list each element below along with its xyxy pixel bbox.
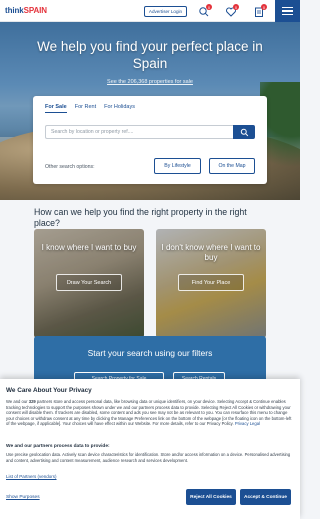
help-section-title: How can we help you find the right prope…: [34, 207, 247, 228]
thinkspain-logo[interactable]: thinkSPAIN: [5, 6, 47, 15]
favourites-badge: 0: [233, 4, 239, 10]
saved-searches-icon[interactable]: 0: [253, 4, 267, 17]
accept-continue-button[interactable]: Accept & Continue: [240, 489, 291, 505]
privacy-policy-link[interactable]: Privacy Legal: [235, 421, 260, 426]
cookie-description: We and our 329 partners store and access…: [6, 399, 295, 427]
tab-for-holidays[interactable]: For Holidays: [104, 104, 135, 113]
advertiser-login-button[interactable]: Advertiser Login: [144, 6, 187, 17]
logo-spain-text: SPAIN: [23, 6, 47, 15]
search-icon: [240, 128, 248, 136]
filters-title: Start your search using our filters: [87, 348, 213, 358]
cookie-subheading: We and our partners process data to prov…: [6, 444, 110, 449]
cookie-text-part1: We and our: [6, 399, 29, 404]
other-search-options-label: Other search options:: [45, 164, 95, 170]
location-search-input[interactable]: Search by location or property ref....: [45, 125, 233, 139]
search-tabs: For Sale For Rent For Holidays: [45, 104, 135, 113]
saved-searches-badge: 0: [261, 4, 267, 10]
hero-title: We help you find your perfect place in S…: [37, 39, 263, 71]
cookie-consent-banner: We Care About Your Privacy We and our 32…: [0, 379, 300, 519]
cookie-title: We Care About Your Privacy: [6, 387, 92, 394]
partners-count: 329: [28, 399, 36, 404]
draw-search-card[interactable]: I know where I want to buy Draw Your Sea…: [34, 229, 144, 338]
find-your-place-button[interactable]: Find Your Place: [178, 274, 244, 291]
reject-all-cookies-button[interactable]: Reject All Cookies: [186, 489, 236, 505]
search-button[interactable]: [233, 125, 255, 139]
cookie-purposes-text: Use precise geolocation data. Actively s…: [6, 452, 291, 463]
hamburger-menu-icon[interactable]: [275, 0, 300, 22]
draw-your-search-button[interactable]: Draw Your Search: [56, 274, 122, 291]
logo-think-text: think: [5, 6, 24, 15]
site-header: thinkSPAIN Advertiser Login 0 0 0: [0, 0, 300, 22]
promo-title: I don't know where I want to buy: [161, 243, 261, 262]
find-place-card[interactable]: I don't know where I want to buy Find Yo…: [156, 229, 266, 338]
favourites-icon[interactable]: 0: [225, 4, 239, 17]
search-alert-badge: 0: [206, 4, 212, 10]
properties-for-sale-link[interactable]: See the 206,368 properties for sale: [0, 79, 300, 85]
on-the-map-button[interactable]: On the Map: [209, 158, 255, 174]
list-of-partners-link[interactable]: List of Partners (vendors): [6, 474, 57, 479]
promo-title: I know where I want to buy: [41, 243, 137, 252]
tab-for-rent[interactable]: For Rent: [75, 104, 96, 113]
search-card: For Sale For Rent For Holidays Search by…: [33, 96, 267, 184]
by-lifestyle-button[interactable]: By Lifestyle: [154, 158, 201, 174]
search-alert-icon[interactable]: 0: [198, 4, 212, 17]
show-purposes-link[interactable]: Show Purposes: [6, 495, 40, 500]
tab-for-sale[interactable]: For Sale: [45, 104, 67, 113]
